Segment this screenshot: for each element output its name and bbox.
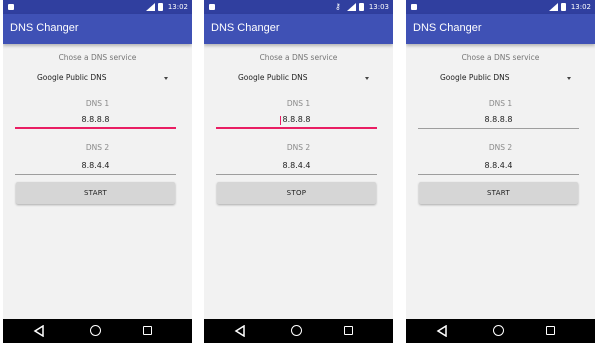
recent-apps-icon[interactable] — [344, 326, 353, 335]
start-button[interactable]: START — [16, 182, 175, 204]
dropdown-arrow-icon — [365, 77, 369, 80]
dns-service-label: Chose a DNS service — [259, 53, 338, 62]
status-time: 13:03 — [368, 3, 389, 11]
dns1-value: 8.8.8.8 — [81, 115, 110, 124]
dns2-input[interactable]: 8.8.4.4 — [418, 160, 579, 175]
dropdown-arrow-icon — [567, 77, 571, 80]
status-bar: 13:02 — [3, 0, 192, 14]
notification-icon — [8, 4, 14, 10]
status-time: 13:02 — [167, 3, 188, 11]
dns-service-dropdown[interactable]: Google Public DNS — [421, 72, 579, 86]
dns-service-selected: Google Public DNS — [37, 73, 107, 82]
dns2-label: DNS 2 — [85, 143, 110, 152]
app-bar: DNS Changer — [406, 14, 595, 44]
dns-service-label: Chose a DNS service — [461, 53, 540, 62]
signal-icon — [347, 3, 356, 11]
status-time: 13:02 — [570, 3, 591, 11]
home-icon[interactable] — [90, 325, 101, 336]
phone-screen-2: ⚷ 13:03 DNS Changer Chose a DNS service … — [204, 0, 393, 343]
dns1-underline — [15, 127, 176, 129]
status-bar: 13:02 — [406, 0, 595, 14]
dns1-value: 8.8.8.8 — [282, 115, 311, 124]
dns-service-dropdown[interactable]: Google Public DNS — [18, 72, 176, 86]
dns1-input[interactable]: 8.8.8.8 — [15, 114, 176, 129]
recent-apps-icon[interactable] — [143, 326, 152, 335]
home-icon[interactable] — [493, 325, 504, 336]
recent-apps-icon[interactable] — [546, 326, 555, 335]
dns-service-dropdown[interactable]: Google Public DNS — [219, 72, 377, 86]
dns2-label: DNS 2 — [286, 143, 311, 152]
battery-icon — [158, 3, 163, 11]
app-title: DNS Changer — [413, 22, 482, 34]
dns2-value: 8.8.4.4 — [484, 161, 513, 170]
phone-screen-1: 13:02 DNS Changer Chose a DNS service Go… — [3, 0, 192, 343]
dns2-underline — [216, 174, 377, 175]
dns2-value: 8.8.4.4 — [282, 161, 311, 170]
dns1-underline — [216, 127, 377, 129]
dns2-value: 8.8.4.4 — [81, 161, 110, 170]
dns1-value: 8.8.8.8 — [484, 115, 513, 124]
dns1-underline — [418, 128, 579, 129]
dns2-underline — [15, 174, 176, 175]
screenshot-gallery: 13:02 DNS Changer Chose a DNS service Go… — [0, 0, 600, 343]
back-icon[interactable] — [234, 325, 246, 337]
dropdown-arrow-icon — [164, 77, 168, 80]
dns-service-selected: Google Public DNS — [440, 73, 510, 82]
notification-icon — [411, 4, 417, 10]
dns2-underline — [418, 174, 579, 175]
dns1-label: DNS 1 — [85, 99, 110, 108]
dns2-label: DNS 2 — [488, 143, 513, 152]
navigation-bar — [204, 319, 393, 343]
navigation-bar — [3, 319, 192, 343]
home-icon[interactable] — [291, 325, 302, 336]
app-bar: DNS Changer — [204, 14, 393, 44]
notification-icon — [209, 4, 215, 10]
app-bar: DNS Changer — [3, 14, 192, 44]
dns2-input[interactable]: 8.8.4.4 — [15, 160, 176, 175]
phone-screen-3: 13:02 DNS Changer Chose a DNS service Go… — [406, 0, 595, 343]
vpn-key-icon: ⚷ — [335, 2, 341, 11]
dns1-label: DNS 1 — [286, 99, 311, 108]
dns-service-label: Chose a DNS service — [58, 53, 137, 62]
back-icon[interactable] — [436, 325, 448, 337]
dns1-input[interactable]: 8.8.8.8 — [418, 114, 579, 129]
navigation-bar — [406, 319, 595, 343]
stop-button[interactable]: STOP — [217, 182, 376, 204]
dns2-input[interactable]: 8.8.4.4 — [216, 160, 377, 175]
app-title: DNS Changer — [211, 22, 280, 34]
back-icon[interactable] — [33, 325, 45, 337]
battery-icon — [561, 3, 566, 11]
dns1-label: DNS 1 — [488, 99, 513, 108]
text-cursor — [280, 116, 281, 125]
dns-service-selected: Google Public DNS — [238, 73, 308, 82]
app-title: DNS Changer — [10, 22, 79, 34]
signal-icon — [549, 3, 558, 11]
start-button[interactable]: START — [419, 182, 578, 204]
status-bar: ⚷ 13:03 — [204, 0, 393, 14]
dns1-input[interactable]: 8.8.8.8 — [216, 114, 377, 129]
battery-icon — [359, 3, 364, 11]
signal-icon — [146, 3, 155, 11]
